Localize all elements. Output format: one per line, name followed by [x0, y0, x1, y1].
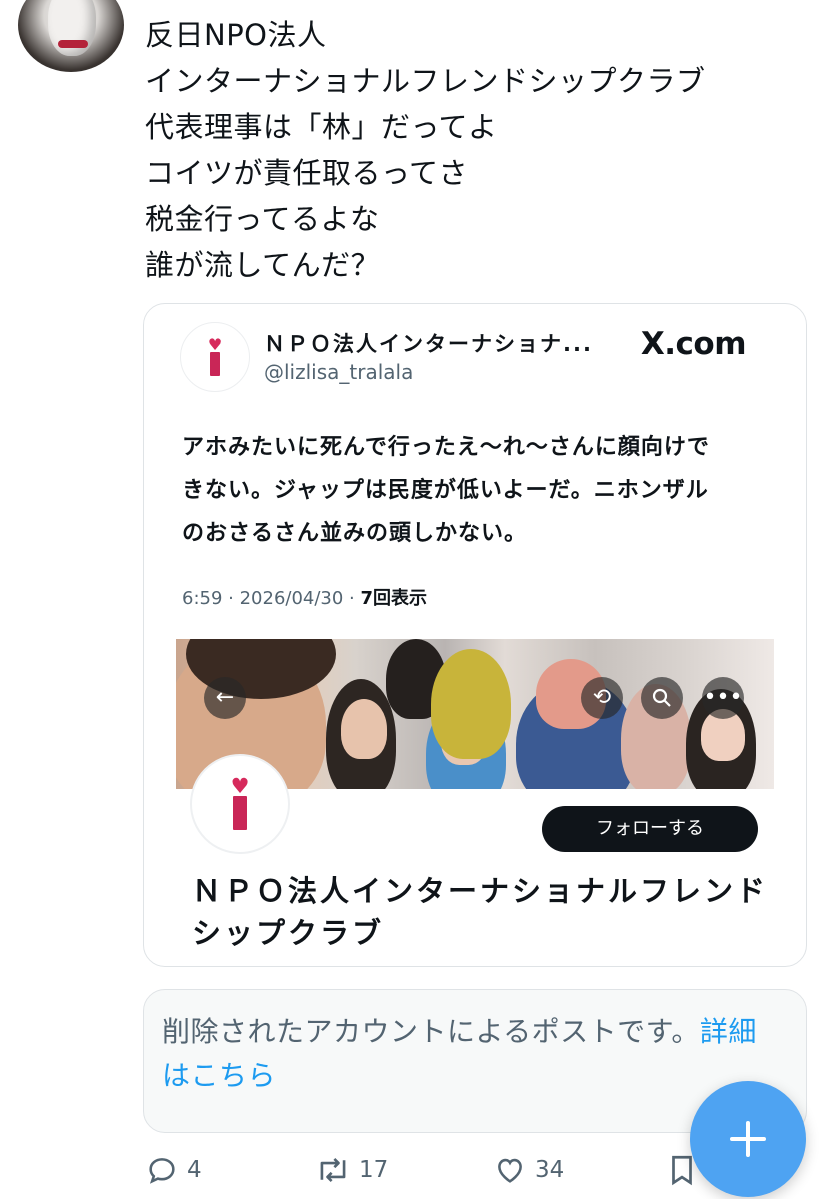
profile-name-line: ＮＰＯ法人インターナショナルフレンド: [192, 874, 769, 908]
quoted-post-card[interactable]: ♥ ＮＰＯ法人インターナショナ... @lizlisa_tralala X.co…: [143, 303, 807, 967]
heart-i-logo-icon: ♥: [227, 776, 253, 832]
tweet-line: 誰が流してんだ？: [145, 248, 381, 282]
profile-name: ＮＰＯ法人インターナショナルフレンド シップクラブ: [192, 870, 772, 954]
quoted-post-body: アホみたいに死んで行ったえ〜れ〜さんに顔向けで きない。ジャップは民度が低いよー…: [182, 426, 772, 555]
heart-i-logo-icon: ♥: [205, 337, 225, 377]
reply-icon: [149, 1158, 175, 1184]
banner-person: [431, 649, 511, 759]
repost-icon[interactable]: ⟲: [581, 677, 623, 719]
plus-icon: [730, 1121, 766, 1157]
avatar-mouth: [58, 40, 88, 48]
quoted-post-meta: 6:59 · 2026/04/30 · 7回表示: [182, 584, 427, 610]
tweet-text: 反日NPO法人 インターナショナルフレンドシップクラブ 代表理事は「林」だってよ…: [145, 12, 815, 288]
deleted-post-text: 削除されたアカウントによるポストです。: [162, 1015, 700, 1048]
quoted-account-name[interactable]: ＮＰＯ法人インターナショナ...: [264, 328, 593, 358]
tweet-line: 反日NPO法人: [145, 18, 327, 52]
more-icon[interactable]: •••: [702, 677, 744, 719]
reply-count: 4: [187, 1157, 202, 1183]
quoted-account-handle: @lizlisa_tralala: [264, 360, 414, 384]
reply-button[interactable]: 4: [145, 1150, 202, 1190]
search-icon[interactable]: [641, 677, 683, 719]
like-icon: [498, 1158, 522, 1183]
back-arrow-icon[interactable]: ←: [204, 677, 246, 719]
quoted-account-logo[interactable]: ♥: [180, 322, 250, 392]
tweet-line: コイツが責任取るってさ: [145, 156, 469, 190]
quoted-post-line: アホみたいに死んで行ったえ〜れ〜さんに顔向けで: [182, 435, 710, 460]
repost-button[interactable]: 17: [315, 1150, 388, 1190]
banner-person: [341, 699, 387, 759]
tweet-line: 代表理事は「林」だってよ: [145, 110, 498, 144]
quoted-post-line: のおさるさん並みの頭しかない。: [182, 521, 528, 546]
compose-button[interactable]: [690, 1081, 806, 1197]
profile-name-line: シップクラブ: [192, 916, 385, 950]
quoted-post-line: きない。ジャップは民度が低いよーだ。ニホンザル: [182, 478, 709, 503]
source-label: X.com: [640, 326, 747, 362]
tweet-line: インターナショナルフレンドシップクラブ: [145, 64, 706, 98]
quoted-post-views: 7回表示: [360, 588, 428, 609]
tweet-line: 税金行ってるよな: [145, 202, 380, 236]
profile-logo[interactable]: ♥: [190, 754, 290, 854]
avatar[interactable]: [18, 0, 124, 72]
repost-count: 17: [359, 1157, 389, 1183]
like-count: 34: [535, 1157, 565, 1183]
quoted-post-time: 6:59 · 2026/04/30 ·: [182, 588, 361, 609]
like-button[interactable]: 34: [493, 1150, 564, 1190]
repost-icon: [320, 1157, 346, 1183]
follow-button[interactable]: フォローする: [542, 806, 758, 852]
